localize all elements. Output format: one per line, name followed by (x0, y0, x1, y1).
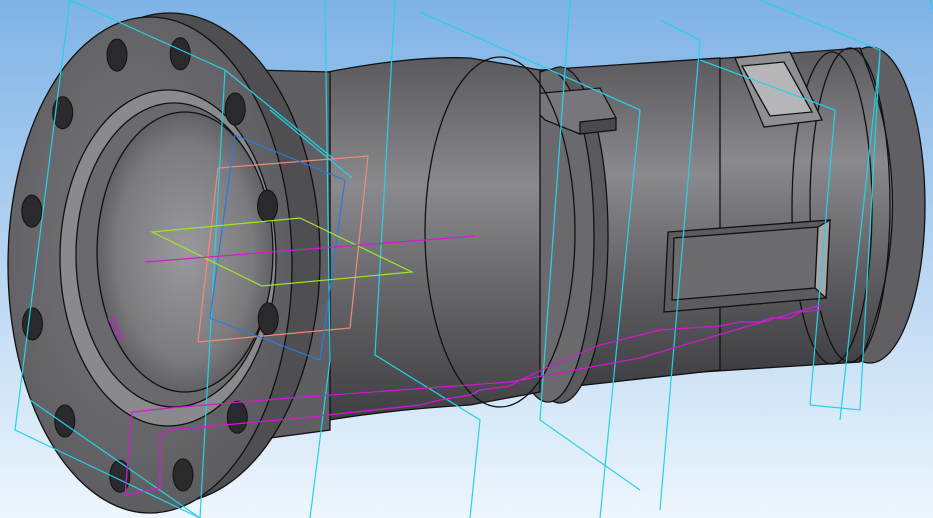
model-canvas[interactable] (0, 0, 933, 518)
bolt-hole (22, 307, 43, 341)
bolt-hole (224, 92, 246, 126)
cad-3d-viewport[interactable] (0, 0, 933, 518)
bolt-hole (226, 400, 248, 434)
bolt-hole (172, 458, 194, 492)
bolt-hole (54, 404, 76, 438)
bolt-hole (21, 194, 43, 228)
flange-bore (96, 111, 274, 393)
bolt-hole (169, 37, 191, 71)
side-slot-inner (671, 226, 819, 301)
bolt-hole (257, 189, 278, 223)
bolt-hole (257, 302, 279, 336)
bolt-hole (106, 38, 128, 72)
